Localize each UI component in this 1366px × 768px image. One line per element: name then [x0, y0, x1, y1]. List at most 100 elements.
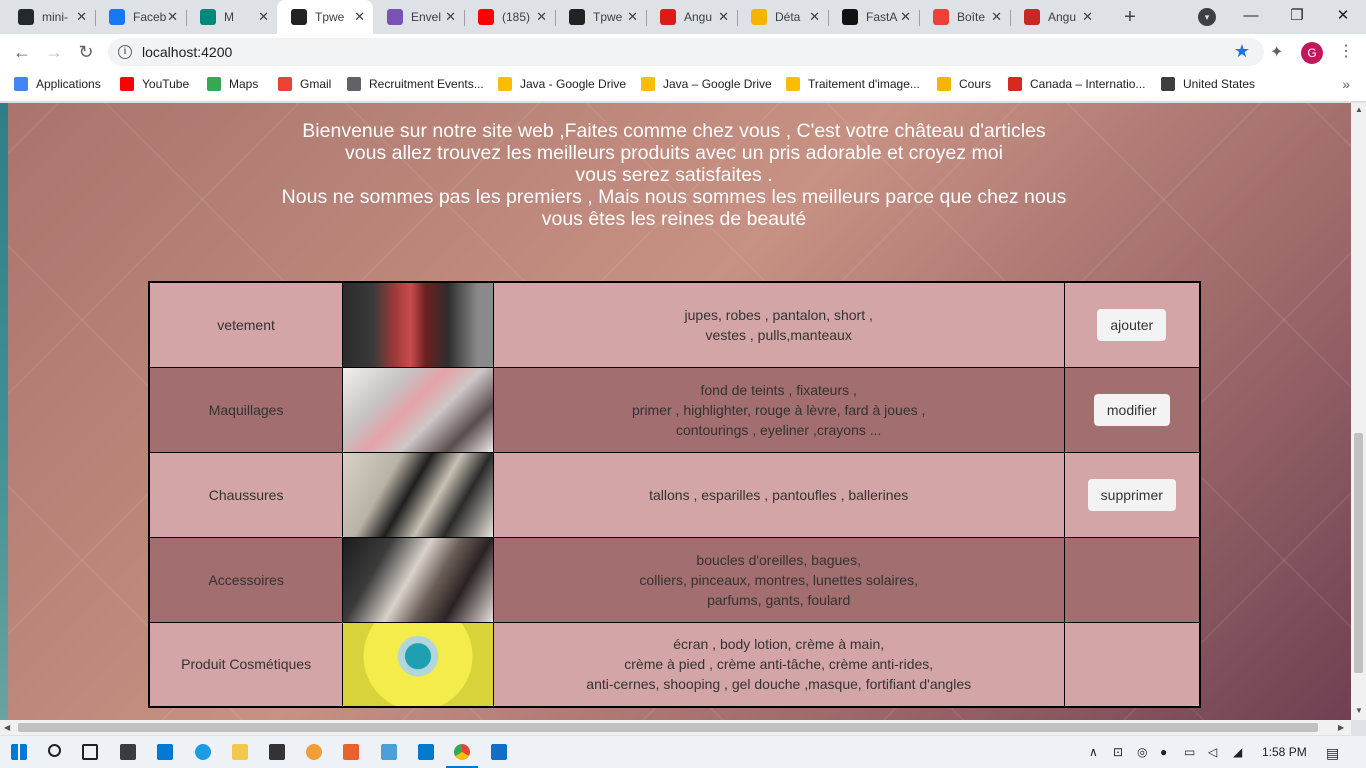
close-tab-icon[interactable]: ✕ — [900, 9, 911, 25]
browser-tab[interactable]: M ✕ — [186, 0, 277, 34]
url-text[interactable]: localhost:4200 — [142, 44, 232, 60]
forward-icon[interactable]: → — [41, 39, 67, 65]
bookmark-star-icon[interactable]: ★ — [1234, 41, 1250, 62]
search-icon[interactable] — [48, 744, 61, 757]
mail-icon[interactable] — [157, 744, 173, 760]
vertical-scroll-thumb[interactable] — [1354, 433, 1363, 673]
extensions-icon[interactable]: ✦ — [1270, 42, 1283, 62]
bookmark-item[interactable]: Recruitment Events... — [347, 77, 484, 91]
minimize-icon[interactable]: — — [1228, 0, 1274, 32]
close-window-icon[interactable]: ✕ — [1320, 0, 1366, 32]
microphone-icon[interactable]: ● — [1160, 745, 1167, 759]
bookmark-item[interactable]: Gmail — [278, 77, 331, 91]
chevron-up-icon[interactable]: ∧ — [1089, 745, 1098, 759]
vertical-scrollbar[interactable]: ▲ ▼ — [1351, 103, 1366, 720]
browser-menu-icon[interactable]: ⋮ — [1338, 41, 1354, 61]
browser-tab[interactable]: (185) ✕ — [464, 0, 555, 34]
app-icon[interactable] — [491, 744, 507, 760]
terminal-icon[interactable] — [269, 744, 285, 760]
supprimer-button[interactable]: supprimer — [1087, 478, 1176, 511]
close-tab-icon[interactable]: ✕ — [536, 9, 547, 25]
modifier-button[interactable]: modifier — [1093, 393, 1170, 426]
category-name: Maquillages — [148, 366, 344, 453]
app-icon[interactable] — [306, 744, 322, 760]
file-explorer-icon[interactable] — [232, 744, 248, 760]
close-tab-icon[interactable]: ✕ — [445, 9, 456, 25]
category-image-cell — [342, 281, 494, 368]
windows-taskbar: ∧ ⊡ ◎ ● ▭ ◁ ◢ 1:58 PM ▤ — [0, 736, 1366, 768]
scroll-up-icon[interactable]: ▲ — [1355, 105, 1363, 114]
vscode-icon[interactable] — [418, 744, 434, 760]
browser-tab[interactable]: Boîte ✕ — [919, 0, 1010, 34]
scroll-left-icon[interactable]: ◀ — [4, 723, 10, 732]
bookmark-item[interactable]: Applications — [14, 77, 101, 91]
clock[interactable]: 1:58 PM — [1262, 745, 1307, 759]
bookmark-item[interactable]: Cours — [937, 77, 991, 91]
browser-tab[interactable]: Faceb ✕ — [95, 0, 186, 34]
network-icon[interactable]: ◎ — [1137, 745, 1147, 759]
bookmark-item[interactable]: YouTube — [120, 77, 189, 91]
back-icon[interactable]: ← — [9, 39, 35, 65]
close-tab-icon[interactable]: ✕ — [258, 9, 269, 25]
description-line: crème à pied , crème anti-tâche, crème a… — [624, 656, 934, 673]
horizontal-scroll-thumb[interactable] — [18, 723, 1318, 732]
bookmark-item[interactable]: United States — [1161, 77, 1255, 91]
youtube-icon — [120, 77, 134, 91]
horizontal-scrollbar[interactable]: ◀ ▶ — [0, 720, 1351, 735]
scroll-down-icon[interactable]: ▼ — [1355, 706, 1363, 715]
browser-tab[interactable]: Tpwe ✕ — [277, 0, 373, 34]
browser-tab[interactable]: Envel ✕ — [373, 0, 464, 34]
address-bar[interactable]: i localhost:4200 ★ — [108, 38, 1264, 66]
close-tab-icon[interactable]: ✕ — [354, 9, 365, 25]
bookmark-item[interactable]: Traitement d'image... — [786, 77, 920, 91]
browser-tab[interactable]: FastA ✕ — [828, 0, 919, 34]
bookmark-item[interactable]: Java – Google Drive — [641, 77, 772, 91]
description-line: jupes, robes , pantalon, short , — [684, 306, 873, 323]
restore-icon[interactable]: ❐ — [1274, 0, 1320, 32]
tray-icon[interactable]: ⊡ — [1113, 745, 1123, 759]
xampp-icon[interactable] — [343, 744, 359, 760]
scroll-right-icon[interactable]: ▶ — [1338, 723, 1344, 732]
bookmark-item[interactable]: Canada – Internatio... — [1008, 77, 1145, 91]
close-tab-icon[interactable]: ✕ — [627, 9, 638, 25]
task-view-icon[interactable] — [82, 744, 98, 760]
windows-start-icon[interactable] — [11, 744, 27, 760]
profile-avatar[interactable]: G — [1301, 42, 1323, 64]
browser-tab[interactable]: Déta ✕ — [737, 0, 828, 34]
cosmetic-jar-photo — [343, 623, 493, 706]
tab-title: mini- — [42, 10, 68, 24]
bookmark-item[interactable]: Java - Google Drive — [498, 77, 626, 91]
ajouter-button[interactable]: ajouter — [1097, 308, 1167, 341]
tab-search-icon[interactable]: ▾ — [1198, 8, 1216, 26]
python-icon[interactable] — [381, 744, 397, 760]
table-row: Maquillages fond de teints , fixateurs , p… — [148, 366, 1201, 453]
edge-icon[interactable] — [195, 744, 211, 760]
close-tab-icon[interactable]: ✕ — [718, 9, 729, 25]
browser-tab[interactable]: Angu ✕ — [646, 0, 737, 34]
action-cell — [1063, 621, 1201, 708]
more-bookmarks-icon[interactable]: » — [1342, 76, 1350, 92]
browser-tab[interactable]: Angu ✕ — [1010, 0, 1101, 34]
chrome-icon[interactable] — [454, 744, 470, 760]
close-tab-icon[interactable]: ✕ — [76, 9, 87, 25]
classroom-icon — [751, 9, 767, 25]
battery-icon[interactable]: ▭ — [1184, 745, 1195, 759]
new-tab-button[interactable]: + — [1118, 5, 1142, 29]
browser-tab[interactable]: mini- ✕ — [4, 0, 95, 34]
page-viewport: Bienvenue sur notre site web ,Faites com… — [0, 103, 1366, 720]
site-info-icon[interactable]: i — [118, 45, 132, 59]
wifi-icon[interactable]: ◢ — [1233, 745, 1242, 759]
browser-tab[interactable]: Tpwe ✕ — [555, 0, 646, 34]
bookmark-label: Maps — [229, 77, 259, 91]
close-tab-icon[interactable]: ✕ — [991, 9, 1002, 25]
close-tab-icon[interactable]: ✕ — [167, 9, 178, 25]
tab-title: Tpwe — [593, 10, 623, 24]
notifications-icon[interactable]: ▤ — [1326, 745, 1339, 762]
close-tab-icon[interactable]: ✕ — [809, 9, 820, 25]
close-tab-icon[interactable]: ✕ — [1082, 9, 1093, 25]
store-icon[interactable] — [120, 744, 136, 760]
reload-icon[interactable]: ↻ — [73, 39, 99, 65]
bookmark-item[interactable]: Maps — [207, 77, 258, 91]
table-row: Accessoires boucles d'oreilles, bagues, co… — [148, 536, 1201, 623]
volume-icon[interactable]: ◁ — [1208, 745, 1217, 759]
